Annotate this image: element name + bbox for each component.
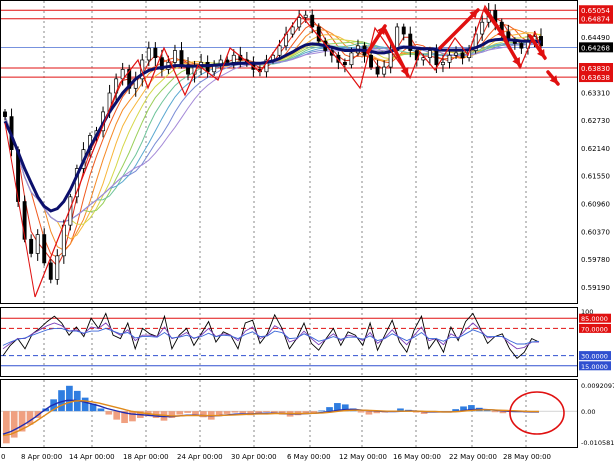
candle-body[interactable] (146, 47, 151, 61)
price-tick-label: 0.62140 (581, 145, 610, 153)
candle-body[interactable] (277, 45, 282, 56)
histogram-bar (491, 411, 499, 413)
candle-body[interactable] (460, 52, 465, 58)
candle-body[interactable] (290, 26, 295, 35)
time-axis-label: 22 May 00:00 (449, 453, 497, 461)
candle-body[interactable] (375, 66, 380, 75)
oscillator-tick-label: 100 (581, 308, 593, 316)
histogram-bar (113, 411, 121, 420)
price-tick-label: 0.60960 (581, 200, 610, 208)
candle-body[interactable] (231, 54, 236, 63)
trading-chart-terminal[interactable]: 0.64490 0.63310 0.62730 0.62140 0.61550 0.609… (0, 0, 614, 465)
candle-body[interactable] (42, 234, 47, 264)
price-tick-label: 0.63310 (581, 90, 610, 98)
histogram-bar (66, 385, 73, 412)
candle-body[interactable] (519, 43, 524, 49)
candle-body[interactable] (61, 224, 66, 257)
candle-body[interactable] (316, 26, 321, 42)
histogram-bar (223, 411, 231, 414)
price-tick-label: 0.59190 (581, 284, 610, 292)
price-tick-label: 0.64490 (581, 34, 610, 42)
price-tick-label: 0.61550 (581, 173, 610, 181)
histogram-tick-label: 0.0092097 (581, 382, 614, 390)
candle-body[interactable] (401, 26, 406, 35)
candle-body[interactable] (434, 50, 439, 66)
time-axis-label: 14 Apr 00:00 (69, 453, 115, 461)
time-axis-label: 30 Apr 00:00 (231, 453, 277, 461)
histogram-axis: 0.0092097 0.00 -0.010581 (581, 382, 614, 447)
oscillator-axis: 85.0000 70.0000 30.0000 15.0000 100 (579, 308, 611, 371)
oscillator-panel[interactable]: 85.0000 70.0000 30.0000 15.0000 100 (0, 307, 612, 377)
candle-body[interactable] (369, 54, 373, 68)
time-axis: 0 8 Apr 00:00 14 Apr 00:00 18 Apr 00:00 24 A… (1, 453, 551, 461)
histogram-bar (129, 411, 136, 422)
candle-body[interactable] (225, 59, 230, 63)
oscillator-level-tag-label: 85.0000 (581, 315, 608, 323)
histogram-bar (318, 410, 325, 412)
price-panel[interactable]: 0.64490 0.63310 0.62730 0.62140 0.61550 0.609… (0, 0, 614, 304)
candle-body[interactable] (179, 50, 184, 66)
candle-body[interactable] (3, 111, 7, 117)
candle-body[interactable] (22, 201, 27, 240)
histogram-bar (271, 411, 278, 413)
candle-body[interactable] (55, 255, 60, 280)
candle-body[interactable] (382, 66, 387, 75)
candle-body[interactable] (297, 17, 302, 28)
candle-body[interactable] (427, 50, 432, 58)
current-price-tag-label: 0.64268 (581, 44, 610, 52)
time-axis-start-label: 0 (1, 453, 5, 461)
time-axis-label: 16 May 00:00 (393, 453, 441, 461)
candle-body[interactable] (303, 14, 308, 18)
candle-body[interactable] (349, 52, 354, 66)
histogram-bar (97, 408, 105, 412)
histogram-panel[interactable]: 0.0092097 0.00 -0.010581 (0, 379, 614, 448)
candle-body[interactable] (310, 14, 315, 28)
histogram-bar (184, 411, 191, 413)
oscillator-level-tag-label: 30.0000 (581, 353, 608, 361)
time-axis-label: 8 Apr 00:00 (21, 453, 62, 461)
time-axis-label: 18 Apr 00:00 (123, 453, 169, 461)
level-price-tag-label: 0.63830 (581, 65, 610, 73)
price-tick-label: 0.60370 (581, 228, 610, 236)
time-axis-label: 6 May 00:00 (287, 453, 331, 461)
level-price-tag-label: 0.63638 (581, 74, 610, 82)
histogram-bar (105, 411, 113, 415)
histogram-bar (81, 397, 89, 412)
time-axis-label: 12 May 00:00 (339, 453, 387, 461)
candle-body[interactable] (29, 238, 34, 254)
candle-body[interactable] (35, 234, 40, 254)
time-axis-label: 24 Apr 00:00 (177, 453, 223, 461)
price-axis: 0.64490 0.63310 0.62730 0.62140 0.61550 0.609… (579, 5, 613, 292)
histogram-bar (176, 411, 184, 415)
histogram-tick-label: -0.010581 (581, 439, 614, 447)
candle-body[interactable] (454, 52, 458, 56)
candle-body[interactable] (480, 21, 485, 35)
histogram-bar (192, 411, 199, 415)
histogram-bar (263, 411, 270, 412)
candle-body[interactable] (441, 61, 445, 66)
time-axis-label: 28 May 00:00 (503, 453, 551, 461)
price-tick-label: 0.59780 (581, 256, 610, 264)
level-price-tag-label: 0.64874 (581, 16, 610, 24)
histogram-bar (239, 411, 247, 414)
price-tick-label: 0.62730 (581, 117, 610, 125)
candle-body[interactable] (173, 50, 177, 63)
histogram-tick-label: 0.00 (581, 408, 595, 416)
histogram-bar (3, 411, 10, 444)
candle-body[interactable] (342, 61, 347, 66)
candle-body[interactable] (153, 47, 158, 58)
histogram-bar (365, 411, 373, 415)
histogram-bar (326, 407, 333, 412)
candle-body[interactable] (447, 54, 452, 63)
oscillator-level-tag-label: 70.0000 (581, 325, 608, 333)
oscillator-level-tag-label: 15.0000 (581, 363, 608, 371)
candle-body[interactable] (48, 262, 53, 280)
histogram-bar (231, 411, 239, 413)
histogram-bar (357, 411, 365, 413)
